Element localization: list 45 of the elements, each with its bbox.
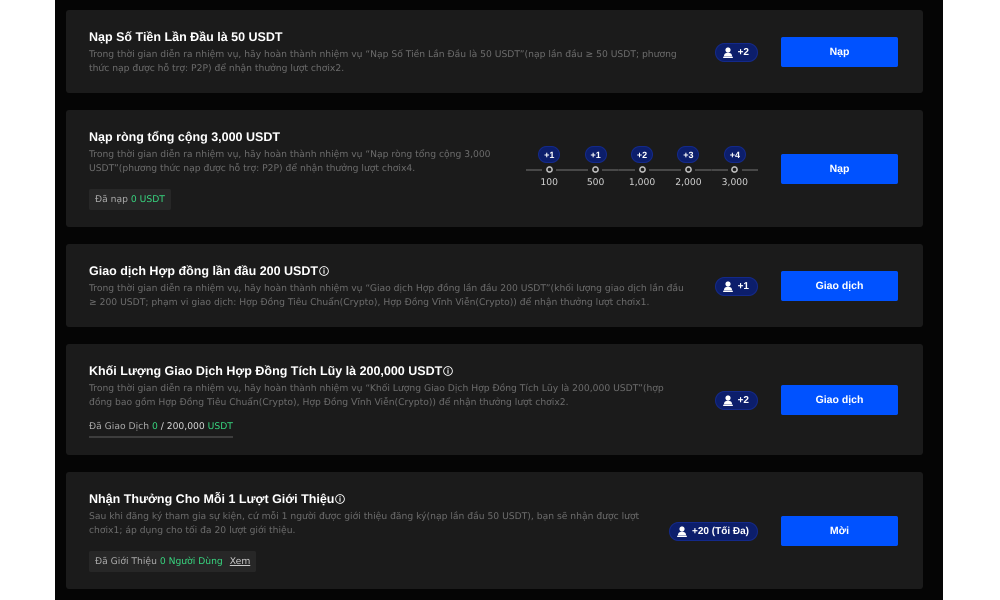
action-button[interactable]: Nạp: [781, 37, 898, 67]
task-title: Khối Lượng Giao Dịch Hợp Đồng Tích Lũy là 200,000 USDT: [89, 363, 442, 380]
milestone-amount: 2,000: [675, 177, 702, 188]
task-description: Trong thời gian diễn ra nhiệm vụ, hãy hoàn thành nhiệm vụ “Nạp Số Tiền Lần Đầu là 50 USDT”(nạp lần đầu ≥ 50 USDT; phương thức nạp được hỗ trợ: P2P) để nhận thưởng lượt chơix2.: [89, 48, 678, 76]
task-description: Sau khi đăng ký tham gia sự kiện, cứ mỗi 1 người được giới thiệu đăng ký(nạp lần đầu 50 USDT), bạn sẽ nhận được lượt chơix1; áp dụng cho tối đa 20 lượt giới thiệu.: [89, 510, 640, 538]
reward-label: +20 (Tối Đa): [692, 526, 749, 536]
info-icon[interactable]: [335, 494, 346, 504]
milestone-amount: 1,000: [628, 177, 656, 188]
milestone-dot-icon: [592, 166, 600, 173]
milestone-dot-icon: [638, 166, 646, 173]
reward-label: +2: [738, 46, 749, 58]
task-description: Trong thời gian diễn ra nhiệm vụ, hãy hoàn thành nhiệm vụ “Nạp ròng tổng cộng 3,000 USDT”(phương thức nạp được hỗ trợ: P2P) để nhận thưởng lượt chơix4.: [89, 148, 492, 176]
task-description: Trong thời gian diễn ra nhiệm vụ, hãy hoàn thành nhiệm vụ “Khối Lượng Giao Dịch Hợp Đồng Tích Lũy là 200,000 USDT”(hợp đồng bao gồm Hợp Đồng Tiêu Chuẩn(Crypto), Hợp Đồng Vĩnh Viễn(Crypto)) để nhận thưởng lượt chơix2.: [89, 382, 665, 410]
action-button[interactable]: Nạp: [781, 154, 898, 184]
progress-text: Đã Giao Dịch 0 / 200,000 USDT: [89, 421, 233, 433]
milestone-amount: 3,000: [722, 177, 748, 188]
reward-badge: +3: [677, 146, 700, 163]
progress-text: Đã Giới Thiệu 0 Người Dùng: [95, 556, 223, 568]
info-icon[interactable]: [319, 266, 330, 276]
info-icon[interactable]: [443, 366, 454, 376]
person-icon: [722, 46, 733, 58]
milestone-amount: 100: [540, 177, 558, 188]
progress-text: Đã nạp 0 USDT: [95, 194, 165, 206]
task-description: Trong thời gian diễn ra nhiệm vụ, hãy hoàn thành nhiệm vụ “Giao dịch Hợp đồng lần đầu 200 USDT”(khối lượng giao dịch lần đầu ≥ 200 USDT; phạm vi giao dịch: Hợp Đồng Tiêu Chuẩn(Crypto), Hợp Đồng Vĩnh Viễn(Crypto)) để nhận thưởng lượt chơix1.: [89, 282, 685, 310]
milestone-dot-icon: [546, 166, 553, 173]
milestone-dot-icon: [684, 166, 692, 173]
reward-badge: +4: [724, 146, 746, 163]
action-button[interactable]: Giao dịch: [781, 271, 898, 301]
person-icon: [677, 526, 688, 536]
milestone-dot-icon: [731, 166, 738, 173]
reward-badge: +1: [584, 146, 607, 163]
reward-badge: +2: [631, 146, 654, 163]
task-title: Nhận Thưởng Cho Mỗi 1 Lượt Giới Thiệu: [89, 491, 334, 508]
task-title: Nạp Số Tiền Lần Đầu là 50 USDT: [89, 29, 283, 46]
action-button[interactable]: Mời: [781, 516, 898, 546]
task-title: Giao dịch Hợp đồng lần đầu 200 USDT: [89, 263, 318, 280]
reward-label: +1: [738, 280, 749, 292]
person-icon: [722, 280, 733, 292]
milestone-amount: 500: [586, 177, 604, 188]
task-title: Nạp ròng tổng cộng 3,000 USDT: [89, 129, 280, 146]
reward-label: +2: [738, 394, 749, 406]
view-link[interactable]: Xem: [230, 556, 250, 567]
reward-badge: +1: [538, 146, 560, 163]
person-icon: [722, 394, 733, 406]
action-button[interactable]: Giao dịch: [781, 385, 898, 415]
